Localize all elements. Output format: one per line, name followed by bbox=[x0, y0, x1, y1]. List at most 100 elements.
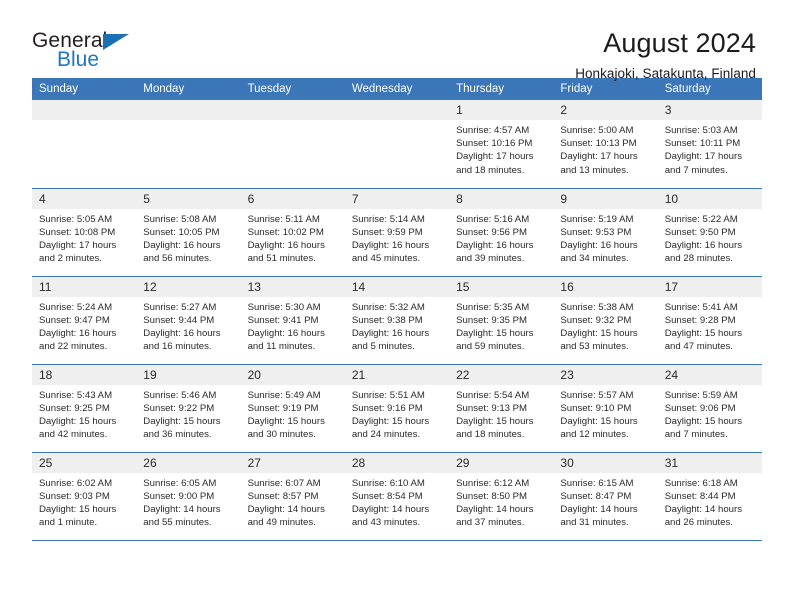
day-number: 25 bbox=[32, 452, 137, 473]
calendar-cell-day-31[interactable]: 31 Sunrise: 6:18 AM Sunset: 8:44 PM Dayligh… bbox=[657, 451, 762, 540]
sunset-time: Sunset: 9:00 PM bbox=[143, 490, 215, 502]
day-number: 20 bbox=[240, 364, 345, 385]
calendar-cell-day-21[interactable]: 21 Sunrise: 5:51 AM Sunset: 9:16 PM Dayligh… bbox=[344, 363, 450, 452]
day-details: Sunrise: 5:57 AM Sunset: 9:10 PM Daylight:… bbox=[553, 385, 657, 442]
day-number: 21 bbox=[344, 364, 450, 385]
daylight-duration-line1: Daylight: 15 hours bbox=[39, 415, 117, 427]
calendar-cell-day-6[interactable]: 6 Sunrise: 5:11 AM Sunset: 10:02 PM Dayligh… bbox=[240, 187, 345, 276]
sunset-time: Sunset: 9:50 PM bbox=[664, 226, 736, 238]
general-blue-logo[interactable]: General Blue bbox=[32, 28, 152, 76]
daylight-duration-line2: and 1 minute. bbox=[39, 517, 98, 529]
sunrise-time: Sunrise: 5:32 AM bbox=[351, 301, 425, 313]
calendar-cell-empty bbox=[344, 100, 450, 188]
calendar-cell-day-8[interactable]: 8 Sunrise: 5:16 AM Sunset: 9:56 PM Daylight… bbox=[449, 187, 554, 276]
calendar-bottom-rule bbox=[32, 540, 762, 541]
sunrise-time: Sunrise: 5:35 AM bbox=[456, 301, 530, 313]
calendar-cell-day-5[interactable]: 5 Sunrise: 5:08 AM Sunset: 10:05 PM Dayligh… bbox=[136, 187, 241, 276]
day-details: Sunrise: 4:57 AM Sunset: 10:16 PM Daylight… bbox=[449, 120, 553, 177]
calendar-cell-day-26[interactable]: 26 Sunrise: 6:05 AM Sunset: 9:00 PM Dayligh… bbox=[136, 451, 241, 540]
calendar-cell-day-10[interactable]: 10 Sunrise: 5:22 AM Sunset: 9:50 PM Dayligh… bbox=[657, 187, 762, 276]
calendar-cell-day-30[interactable]: 30 Sunrise: 6:15 AM Sunset: 8:47 PM Dayligh… bbox=[553, 451, 658, 540]
daylight-duration-line1: Daylight: 16 hours bbox=[143, 239, 221, 251]
calendar-cell-day-3[interactable]: 3 Sunrise: 5:03 AM Sunset: 10:11 PM Dayligh… bbox=[657, 100, 762, 188]
sunrise-time: Sunrise: 5:27 AM bbox=[143, 301, 217, 313]
sunrise-time: Sunrise: 6:02 AM bbox=[39, 477, 113, 489]
day-details: Sunrise: 6:18 AM Sunset: 8:44 PM Daylight:… bbox=[658, 473, 762, 530]
calendar-cell-day-19[interactable]: 19 Sunrise: 5:46 AM Sunset: 9:22 PM Dayligh… bbox=[136, 363, 241, 452]
sunrise-time: Sunrise: 5:05 AM bbox=[39, 213, 113, 225]
calendar-cell-day-17[interactable]: 17 Sunrise: 5:41 AM Sunset: 9:28 PM Dayligh… bbox=[657, 275, 762, 364]
calendar-week-row: 4 Sunrise: 5:05 AM Sunset: 10:08 PM Dayligh… bbox=[32, 187, 762, 276]
weekday-header-wednesday: Wednesday bbox=[344, 78, 450, 100]
day-details: Sunrise: 5:38 AM Sunset: 9:32 PM Daylight:… bbox=[553, 297, 657, 354]
sunset-time: Sunset: 10:11 PM bbox=[664, 138, 741, 150]
day-number: 4 bbox=[32, 188, 137, 209]
calendar-cell-day-4[interactable]: 4 Sunrise: 5:05 AM Sunset: 10:08 PM Dayligh… bbox=[32, 187, 137, 276]
sunset-time: Sunset: 9:06 PM bbox=[664, 402, 736, 414]
daylight-duration-line1: Daylight: 16 hours bbox=[456, 239, 534, 251]
day-number: 12 bbox=[136, 276, 241, 297]
calendar-cell-empty bbox=[136, 100, 241, 188]
calendar-cell-day-9[interactable]: 9 Sunrise: 5:19 AM Sunset: 9:53 PM Daylight… bbox=[553, 187, 658, 276]
calendar-cell-day-12[interactable]: 12 Sunrise: 5:27 AM Sunset: 9:44 PM Dayligh… bbox=[136, 275, 241, 364]
calendar-cell-day-14[interactable]: 14 Sunrise: 5:32 AM Sunset: 9:38 PM Dayligh… bbox=[344, 275, 450, 364]
calendar-cell-day-27[interactable]: 27 Sunrise: 6:07 AM Sunset: 8:57 PM Dayligh… bbox=[240, 451, 345, 540]
month-calendar: Sunday Monday Tuesday Wednesday Thursday Frid… bbox=[32, 78, 762, 540]
calendar-cell-day-18[interactable]: 18 Sunrise: 5:43 AM Sunset: 9:25 PM Dayligh… bbox=[32, 363, 137, 452]
day-number: 6 bbox=[240, 188, 345, 209]
calendar-cell-day-11[interactable]: 11 Sunrise: 5:24 AM Sunset: 9:47 PM Dayligh… bbox=[32, 275, 137, 364]
calendar-cell-day-29[interactable]: 29 Sunrise: 6:12 AM Sunset: 8:50 PM Dayligh… bbox=[449, 451, 554, 540]
day-details: Sunrise: 5:00 AM Sunset: 10:13 PM Daylight… bbox=[553, 120, 657, 177]
calendar-page: General Blue August 2024 Honkajoki, Sata… bbox=[0, 0, 792, 612]
daylight-duration-line2: and 39 minutes. bbox=[456, 253, 525, 265]
sunset-time: Sunset: 9:56 PM bbox=[456, 226, 528, 238]
page-subtitle: Honkajoki, Satakunta, Finland bbox=[575, 66, 756, 82]
calendar-cell-day-16[interactable]: 16 Sunrise: 5:38 AM Sunset: 9:32 PM Dayligh… bbox=[553, 275, 658, 364]
calendar-cell-day-23[interactable]: 23 Sunrise: 5:57 AM Sunset: 9:10 PM Dayligh… bbox=[553, 363, 658, 452]
calendar-header-row: Sunday Monday Tuesday Wednesday Thursday Frid… bbox=[32, 78, 762, 100]
calendar-cell-day-24[interactable]: 24 Sunrise: 5:59 AM Sunset: 9:06 PM Dayligh… bbox=[657, 363, 762, 452]
calendar-cell-day-2[interactable]: 2 Sunrise: 5:00 AM Sunset: 10:13 PM Dayligh… bbox=[553, 100, 658, 188]
day-number: 16 bbox=[553, 276, 658, 297]
calendar-cell-day-15[interactable]: 15 Sunrise: 5:35 AM Sunset: 9:35 PM Dayligh… bbox=[449, 275, 554, 364]
calendar-cell-day-20[interactable]: 20 Sunrise: 5:49 AM Sunset: 9:19 PM Dayligh… bbox=[240, 363, 345, 452]
calendar-cell-day-7[interactable]: 7 Sunrise: 5:14 AM Sunset: 9:59 PM Daylight… bbox=[344, 187, 450, 276]
calendar-cell-empty bbox=[32, 100, 137, 188]
daylight-duration-line2: and 28 minutes. bbox=[664, 253, 733, 265]
calendar-body: 1 Sunrise: 4:57 AM Sunset: 10:16 PM Dayligh… bbox=[32, 100, 762, 540]
sunrise-time: Sunrise: 5:14 AM bbox=[351, 213, 425, 225]
calendar-cell-day-22[interactable]: 22 Sunrise: 5:54 AM Sunset: 9:13 PM Dayligh… bbox=[449, 363, 554, 452]
sunrise-time: Sunrise: 5:11 AM bbox=[247, 213, 320, 225]
calendar-cell-day-25[interactable]: 25 Sunrise: 6:02 AM Sunset: 9:03 PM Dayligh… bbox=[32, 451, 137, 540]
day-number bbox=[240, 100, 345, 120]
day-details: Sunrise: 5:14 AM Sunset: 9:59 PM Daylight:… bbox=[345, 209, 449, 266]
day-details: Sunrise: 5:35 AM Sunset: 9:35 PM Daylight:… bbox=[449, 297, 553, 354]
sunset-time: Sunset: 9:59 PM bbox=[351, 226, 423, 238]
day-number: 22 bbox=[449, 364, 554, 385]
calendar-week-row: 1 Sunrise: 4:57 AM Sunset: 10:16 PM Dayligh… bbox=[32, 100, 762, 188]
sunrise-time: Sunrise: 5:16 AM bbox=[456, 213, 530, 225]
weekday-header-monday: Monday bbox=[136, 78, 241, 100]
calendar-cell-day-13[interactable]: 13 Sunrise: 5:30 AM Sunset: 9:41 PM Dayligh… bbox=[240, 275, 345, 364]
day-number: 26 bbox=[136, 452, 241, 473]
daylight-duration-line2: and 42 minutes. bbox=[39, 429, 108, 441]
calendar-cell-day-1[interactable]: 1 Sunrise: 4:57 AM Sunset: 10:16 PM Dayligh… bbox=[449, 100, 554, 188]
day-number: 18 bbox=[32, 364, 137, 385]
day-details: Sunrise: 5:51 AM Sunset: 9:16 PM Daylight:… bbox=[345, 385, 449, 442]
day-number: 15 bbox=[449, 276, 554, 297]
calendar-cell-day-28[interactable]: 28 Sunrise: 6:10 AM Sunset: 8:54 PM Dayligh… bbox=[344, 451, 450, 540]
daylight-duration-line1: Daylight: 16 hours bbox=[247, 327, 325, 339]
daylight-duration-line1: Daylight: 15 hours bbox=[247, 415, 325, 427]
sunrise-time: Sunrise: 5:41 AM bbox=[664, 301, 738, 313]
sunset-time: Sunset: 8:57 PM bbox=[247, 490, 319, 502]
sunset-time: Sunset: 8:54 PM bbox=[351, 490, 423, 502]
daylight-duration-line2: and 5 minutes. bbox=[351, 341, 415, 353]
day-number: 28 bbox=[344, 452, 450, 473]
sunset-time: Sunset: 9:10 PM bbox=[560, 402, 632, 414]
day-details: Sunrise: 5:30 AM Sunset: 9:41 PM Daylight:… bbox=[241, 297, 345, 354]
day-details: Sunrise: 6:07 AM Sunset: 8:57 PM Daylight:… bbox=[241, 473, 345, 530]
sunrise-time: Sunrise: 5:43 AM bbox=[39, 389, 113, 401]
sunset-time: Sunset: 10:05 PM bbox=[143, 226, 220, 238]
daylight-duration-line1: Daylight: 17 hours bbox=[39, 239, 117, 251]
daylight-duration-line1: Daylight: 14 hours bbox=[664, 503, 743, 515]
